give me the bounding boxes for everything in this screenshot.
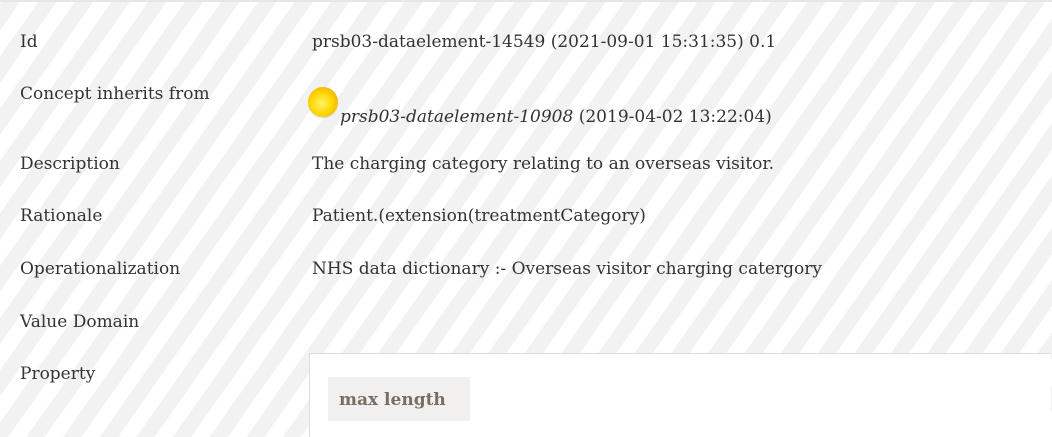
field-value-description: The charging category relating to an ove… — [312, 154, 775, 174]
field-row-inherits: Concept inherits from prsb03-dataelement… — [0, 81, 1052, 127]
field-row-operationalization: Operationalization NHS data dictionary :… — [0, 258, 1052, 298]
inherits-reference-date: (2019-04-02 13:22:04) — [578, 107, 772, 127]
inherits-reference-link[interactable]: prsb03-dataelement-10908 — [340, 107, 573, 127]
field-value-id: prsb03-dataelement-14549 (2021-09-01 15:… — [312, 32, 777, 52]
field-value-operationalization: NHS data dictionary :- Overseas visitor … — [312, 259, 822, 279]
field-label-property: Property — [20, 364, 96, 384]
field-label-inherits: Concept inherits from — [20, 84, 210, 104]
field-label-operationalization: Operationalization — [20, 259, 181, 279]
field-row-rationale: Rationale Patient.(extension(treatmentCa… — [0, 205, 1052, 245]
field-label-description: Description — [20, 154, 120, 174]
top-divider — [0, 0, 1052, 2]
field-value-rationale: Patient.(extension(treatmentCategory) — [312, 206, 646, 226]
field-row-description: Description The charging category relati… — [0, 153, 1052, 193]
field-label-id: Id — [20, 32, 38, 52]
property-table-header: max length — [328, 377, 470, 421]
field-label-rationale: Rationale — [20, 206, 103, 226]
property-table: max length — [309, 353, 1051, 437]
field-value-inherits: prsb03-dataelement-10908 (2019-04-02 13:… — [308, 87, 772, 128]
concept-detail-panel: Id prsb03-dataelement-14549 (2021-09-01 … — [0, 0, 1052, 437]
field-label-value-domain: Value Domain — [20, 312, 140, 332]
field-row-id: Id prsb03-dataelement-14549 (2021-09-01 … — [0, 31, 1052, 71]
max-length-column-header: max length — [339, 390, 446, 410]
yellow-circle-icon — [308, 87, 338, 117]
field-row-value-domain: Value Domain — [0, 311, 1052, 351]
